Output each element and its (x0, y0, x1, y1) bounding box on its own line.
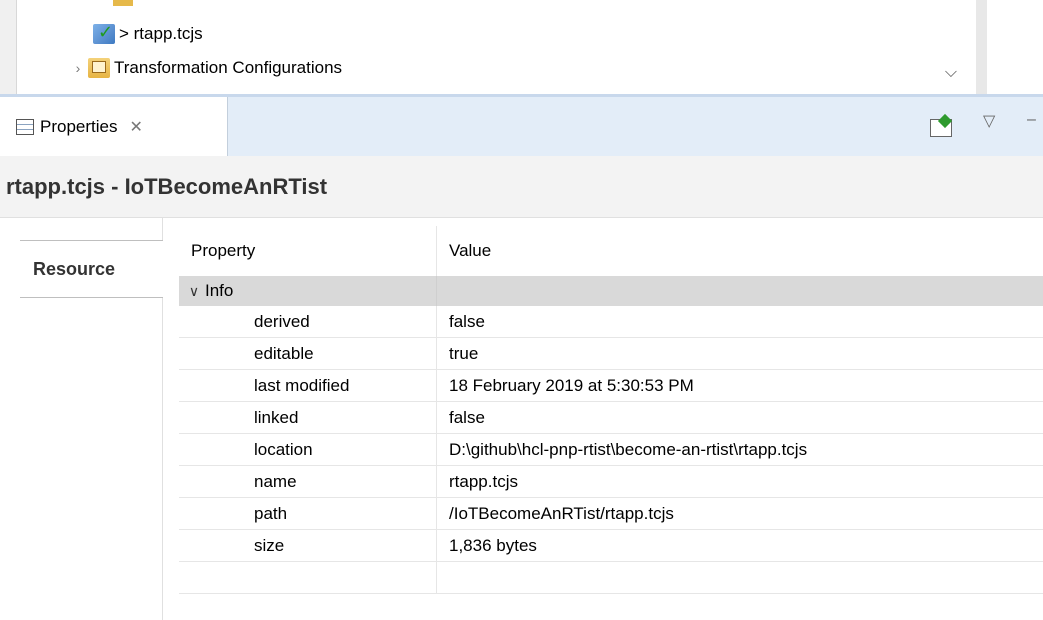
close-icon[interactable]: ✕ (129, 117, 142, 137)
property-cell: last modified (179, 370, 437, 401)
table-header: Property Value (179, 226, 1043, 276)
table-row[interactable]: size 1,836 bytes (179, 530, 1043, 562)
properties-view-icon (16, 119, 34, 135)
value-cell: false (449, 407, 485, 427)
transformation-folder-icon (88, 58, 110, 78)
value-cell: 1,836 bytes (449, 535, 537, 555)
tab-label: Properties (40, 117, 118, 136)
table-row[interactable]: derived false (179, 306, 1043, 338)
value-cell: 18 February 2019 at 5:30:53 PM (449, 375, 694, 395)
table-row[interactable]: editable true (179, 338, 1043, 370)
property-cell: derived (179, 306, 437, 337)
value-cell: false (449, 311, 485, 331)
pane-separator[interactable] (976, 0, 987, 94)
minimize-icon[interactable]: ‒ (1027, 111, 1043, 129)
column-header-value[interactable]: Value (437, 226, 1043, 276)
property-cell: size (179, 530, 437, 561)
column-header-property[interactable]: Property (179, 226, 437, 276)
table-row[interactable]: last modified 18 February 2019 at 5:30:5… (179, 370, 1043, 402)
value-cell: true (449, 343, 479, 363)
value-cell (437, 562, 1043, 593)
tcjs-file-icon (93, 22, 115, 44)
property-cell (179, 562, 437, 593)
chevron-right-icon[interactable]: › (68, 60, 88, 76)
tab-label: Resource (33, 258, 116, 279)
table-row[interactable]: location D:\github\hcl-pnp-rtist\become-… (179, 434, 1043, 466)
group-label: Info (205, 281, 234, 300)
folder-icon-partial (113, 0, 133, 6)
property-cell: name (179, 466, 437, 497)
table-row[interactable]: name rtapp.tcjs (179, 466, 1043, 498)
property-cell: location (179, 434, 437, 465)
value-cell: D:\github\hcl-pnp-rtist\become-an-rtist\… (449, 439, 808, 459)
pin-view-icon[interactable] (930, 119, 952, 137)
property-cell: editable (179, 338, 437, 369)
view-menu-icon[interactable]: ▽ (983, 111, 995, 131)
table-row-empty (179, 562, 1043, 594)
tree-item-rtapp-tcjs[interactable]: > rtapp.tcjs (93, 21, 203, 47)
value-cell: /IoTBecomeAnRTist/rtapp.tcjs (449, 503, 674, 523)
adjacent-pane (987, 0, 1043, 94)
properties-tab-list: Resource (0, 218, 163, 620)
properties-tab-bar: Properties ✕ ▽ ‒ (0, 96, 1043, 157)
chevron-down-icon[interactable]: ⌵ (940, 60, 962, 86)
table-row[interactable]: path /IoTBecomeAnRTist/rtapp.tcjs (179, 498, 1043, 530)
chevron-down-icon[interactable]: ∨ (183, 283, 205, 300)
project-explorer-pane: > rtapp.tcjs › Transformation Configurat… (0, 0, 1043, 96)
group-value-cell (437, 276, 1043, 306)
tab-properties[interactable]: Properties ✕ (0, 97, 228, 157)
tree-item-transformation-configurations[interactable]: › Transformation Configurations (68, 55, 342, 81)
property-cell: path (179, 498, 437, 529)
properties-header-title: rtapp.tcjs - IoTBecomeAnRTist (0, 156, 1043, 218)
group-row-info[interactable]: ∨ Info (179, 276, 1043, 306)
value-cell: rtapp.tcjs (449, 471, 518, 491)
tree-item-label: > rtapp.tcjs (119, 24, 203, 43)
property-table: Property Value ∨ Info derived false edit… (179, 226, 1043, 594)
tab-resource[interactable]: Resource (20, 240, 163, 298)
property-cell: linked (179, 402, 437, 433)
group-cell: ∨ Info (179, 276, 437, 306)
tree-item-label: Transformation Configurations (114, 58, 343, 77)
table-row[interactable]: linked false (179, 402, 1043, 434)
